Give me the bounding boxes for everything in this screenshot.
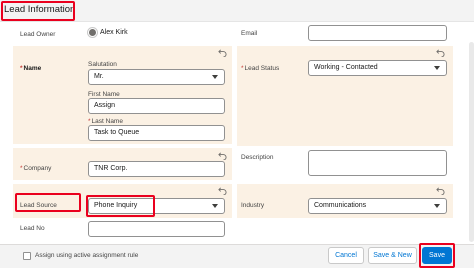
undo-icon[interactable] [218, 48, 227, 57]
company-field[interactable]: TNR Corp. [88, 161, 225, 177]
lead-owner-value[interactable]: Alex Kirk [100, 28, 128, 38]
name-label-text: Name [23, 65, 42, 72]
description-label: Description [241, 154, 274, 161]
last-name-label-text: Last Name [91, 118, 123, 125]
email-field[interactable] [308, 25, 447, 41]
scrollbar[interactable] [469, 42, 474, 242]
name-label: *Name [20, 65, 42, 72]
save-and-new-button[interactable]: Save & New [368, 247, 417, 264]
lead-status-label: *Lead Status [241, 65, 280, 72]
salutation-select[interactable]: Mr. [88, 69, 225, 85]
assign-rule-label: Assign using active assignment rule [35, 252, 139, 259]
first-name-field[interactable]: Assign [88, 98, 225, 114]
cancel-button[interactable]: Cancel [328, 247, 364, 264]
lead-status-select[interactable]: Working - Contacted [308, 60, 447, 76]
lead-owner-label: Lead Owner [20, 31, 56, 38]
undo-icon[interactable] [436, 48, 445, 57]
industry-label: Industry [241, 202, 265, 209]
section-title: Lead Information [4, 4, 76, 15]
description-field[interactable] [308, 150, 447, 176]
lead-source-select[interactable]: Phone Inquiry [88, 198, 225, 214]
industry-select[interactable]: Communications [308, 198, 447, 214]
section-header: Lead Information [0, 0, 474, 22]
undo-icon[interactable] [218, 151, 227, 160]
email-label: Email [241, 30, 258, 37]
company-label: *Company [20, 165, 52, 172]
undo-icon[interactable] [436, 186, 445, 195]
lead-status-label-text: Lead Status [244, 65, 280, 72]
lead-source-label: Lead Source [20, 202, 57, 209]
undo-icon[interactable] [218, 186, 227, 195]
company-label-text: Company [23, 165, 52, 172]
assign-rule-checkbox[interactable] [23, 252, 31, 260]
user-avatar-icon [88, 28, 97, 37]
lead-no-label: Lead No [20, 225, 45, 232]
save-button[interactable]: Save [422, 247, 452, 264]
salutation-label: Salutation [88, 61, 117, 68]
lead-no-field[interactable] [88, 221, 225, 237]
last-name-field[interactable]: Task to Queue [88, 125, 225, 141]
